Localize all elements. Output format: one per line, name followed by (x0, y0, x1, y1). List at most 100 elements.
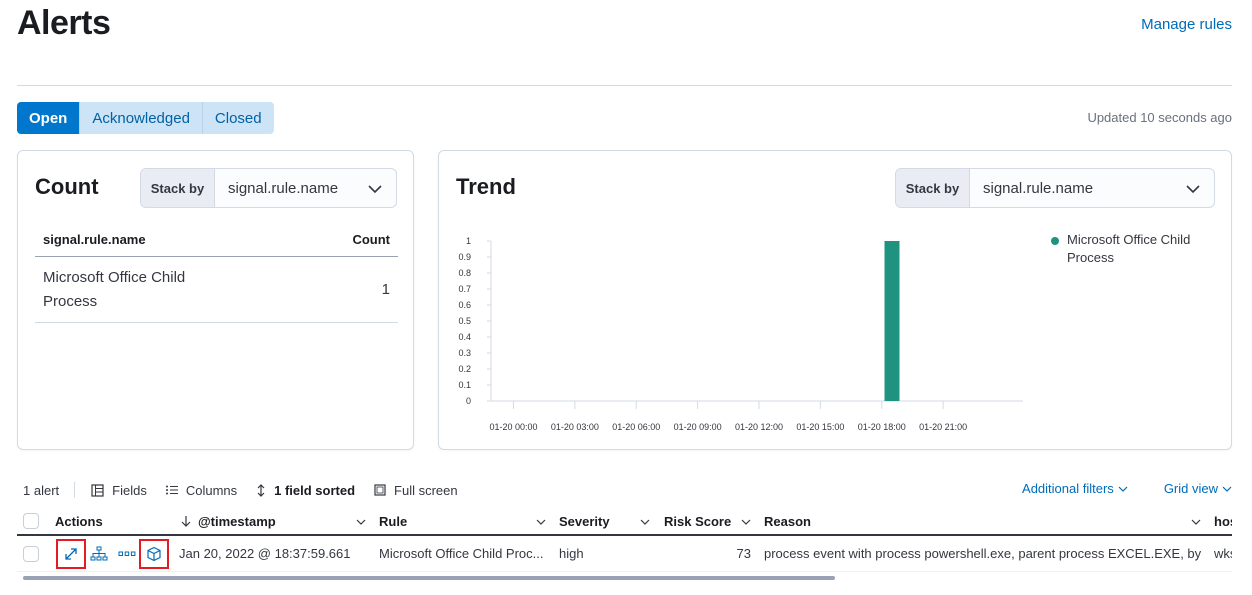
columns-label: Columns (185, 482, 238, 498)
column-header-rule-name[interactable]: signal.rule.name (43, 232, 146, 247)
trend-panel: Trend Stack by signal.rule.name 0 0.1 0.2 0… (438, 150, 1232, 450)
sort-icon (257, 483, 265, 497)
column-header-reason[interactable]: Reason (764, 508, 811, 534)
analyze-event-icon (90, 546, 108, 561)
y-tick-label: 0.2 (458, 364, 471, 374)
grid-toolbar: 1 alert Fields Columns 1 field sorted Fu… (23, 481, 1232, 499)
count-title: Count (35, 174, 99, 199)
grid-view-button[interactable]: Grid view (1146, 481, 1232, 496)
header-divider (17, 85, 1232, 86)
manage-rules-link[interactable]: Manage rules (1141, 16, 1232, 33)
tab-open[interactable]: Open (17, 102, 81, 134)
cell-rule[interactable]: Microsoft Office Child Proc... (379, 536, 551, 571)
grid-view-label: Grid view (1163, 481, 1218, 496)
legend-swatch (1051, 237, 1059, 245)
y-tick-label: 0.5 (458, 316, 471, 326)
additional-filters-button[interactable]: Additional filters (1004, 481, 1128, 496)
y-tick-label: 0.1 (458, 380, 471, 390)
x-tick-label: 01-20 06:00 (612, 422, 660, 432)
column-header-risk-score[interactable]: Risk Score (664, 508, 731, 534)
cell-host[interactable]: wks (1214, 536, 1232, 571)
chevron-down-icon (1118, 486, 1128, 492)
column-actions-icon[interactable] (355, 516, 367, 528)
fields-label: Fields (112, 482, 147, 498)
alerts-grid: Actions @timestamp Rule Severity Risk Sc… (17, 508, 1232, 572)
chevron-down-icon (368, 185, 382, 194)
column-header-severity[interactable]: Severity (559, 508, 610, 534)
trend-chart: 0 0.1 0.2 0.3 0.4 0.5 0.6 0.7 0.8 0.9 1 01-20 00:00… (458, 236, 1023, 432)
count-row-value: 1 (381, 280, 390, 298)
column-header-actions: Actions (55, 513, 103, 529)
expand-icon (65, 548, 77, 560)
fullscreen-label: Full screen (394, 482, 458, 498)
column-header-rule[interactable]: Rule (379, 508, 407, 534)
grid-header: Actions @timestamp Rule Severity Risk Sc… (17, 508, 1232, 536)
x-tick-label: 01-20 15:00 (796, 422, 844, 432)
session-view-button[interactable] (139, 539, 169, 569)
more-actions-icon (118, 551, 136, 556)
fields-icon (91, 483, 104, 497)
cell-reason[interactable]: process event with process powershell.ex… (764, 536, 1204, 571)
x-tick-label: 01-20 18:00 (858, 422, 906, 432)
cell-severity[interactable]: high (559, 536, 649, 571)
horizontal-scrollbar[interactable] (23, 576, 835, 580)
count-stack-by-select[interactable]: Stack by signal.rule.name (140, 168, 397, 208)
more-actions-button[interactable] (112, 539, 142, 569)
count-table-row: Microsoft Office Child Process 1 (35, 257, 398, 323)
y-tick-label: 0 (466, 396, 471, 406)
column-actions-icon[interactable] (740, 516, 752, 528)
sort-label: 1 field sorted (274, 482, 356, 498)
analyze-event-button[interactable] (84, 539, 114, 569)
select-all-cell (23, 508, 43, 534)
y-tick-label: 0.4 (458, 332, 471, 342)
legend-label: Microsoft Office Child Process (1067, 232, 1191, 265)
column-header-count[interactable]: Count (352, 232, 390, 247)
tab-acknowledged[interactable]: Acknowledged (80, 102, 203, 134)
session-view-icon (147, 546, 161, 562)
sort-desc-icon (181, 516, 191, 527)
count-table: signal.rule.name Count Microsoft Office … (35, 223, 398, 323)
row-select-cell (23, 536, 43, 571)
expand-event-button[interactable] (56, 539, 86, 569)
chart-legend[interactable]: Microsoft Office Child Process (1051, 231, 1207, 267)
x-tick-label: 01-20 21:00 (919, 422, 967, 432)
y-tick-label: 0.9 (458, 252, 471, 262)
x-tick-label: 01-20 00:00 (489, 422, 537, 432)
page-title: Alerts (17, 4, 111, 42)
tab-closed[interactable]: Closed (202, 102, 274, 134)
column-actions-icon[interactable] (1190, 516, 1202, 528)
count-panel: Count Stack by signal.rule.name signal.r… (17, 150, 414, 450)
toolbar-right: Additional filters Grid view (986, 481, 1232, 496)
columns-icon (165, 485, 178, 495)
y-tick-label: 1 (466, 236, 471, 246)
table-row: Jan 20, 2022 @ 18:37:59.661 Microsoft Of… (17, 536, 1232, 572)
select-all-checkbox[interactable] (23, 513, 39, 529)
alert-count: 1 alert (23, 482, 60, 498)
column-header-timestamp[interactable]: @timestamp (180, 508, 276, 534)
sort-button[interactable]: 1 field sorted (256, 483, 355, 498)
updated-status: Updated 10 seconds ago (1087, 110, 1232, 125)
chevron-down-icon (1186, 185, 1200, 194)
stack-by-label: Stack by (141, 169, 215, 207)
cell-risk-score[interactable]: 73 (664, 536, 751, 571)
cell-timestamp[interactable]: Jan 20, 2022 @ 18:37:59.661 (179, 536, 369, 571)
x-tick-label: 01-20 09:00 (674, 422, 722, 432)
y-tick-label: 0.8 (458, 268, 471, 278)
toolbar-divider (74, 482, 76, 498)
chart-bar (884, 241, 900, 401)
column-header-host[interactable]: hos (1214, 508, 1232, 534)
fields-button[interactable]: Fields (91, 483, 147, 498)
count-row-name: Microsoft Office Child Process (43, 268, 186, 310)
y-tick-label: 0.7 (458, 284, 471, 294)
chevron-down-icon (1222, 486, 1232, 492)
column-actions-icon[interactable] (535, 516, 547, 528)
y-tick-label: 0.3 (458, 348, 471, 358)
y-tick-label: 0.6 (458, 300, 471, 310)
row-checkbox[interactable] (23, 545, 39, 562)
x-tick-label: 01-20 03:00 (551, 422, 599, 432)
fullscreen-button[interactable]: Full screen (374, 483, 458, 498)
additional-filters-label: Additional filters (1022, 481, 1114, 496)
columns-button[interactable]: Columns (165, 482, 238, 498)
column-actions-icon[interactable] (639, 516, 651, 528)
status-tabs: Open Acknowledged Closed (17, 102, 274, 134)
